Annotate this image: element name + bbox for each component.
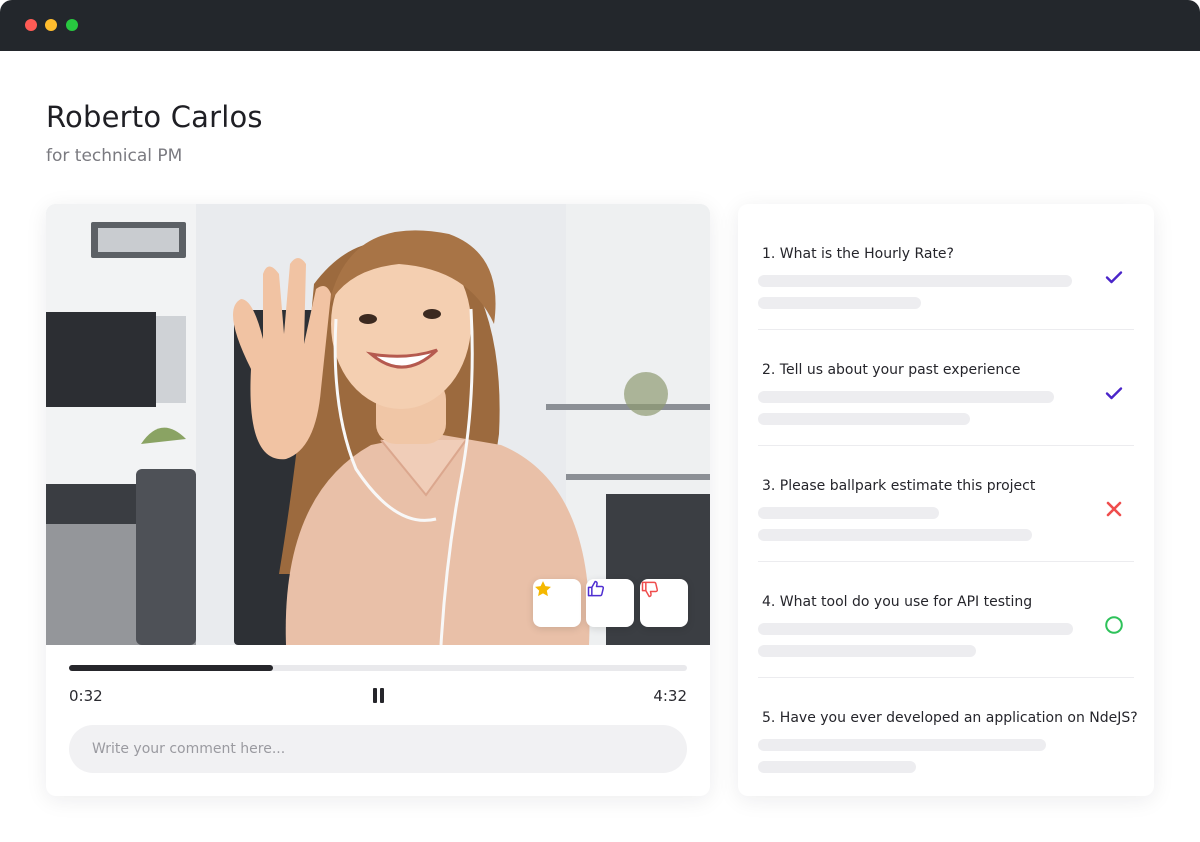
candidate-name: Roberto Carlos — [46, 100, 263, 134]
answer-placeholder-line — [758, 275, 1072, 287]
answer-placeholder-line — [758, 623, 1073, 635]
answer-placeholder-line — [758, 529, 1032, 541]
maximize-window-button[interactable] — [66, 19, 78, 31]
video-progress-fill — [69, 665, 273, 671]
minimize-window-button[interactable] — [45, 19, 57, 31]
answer-placeholder-line — [758, 739, 1046, 751]
question-item[interactable]: 2. Tell us about your past experience — [758, 330, 1134, 446]
window-titlebar — [0, 0, 1200, 51]
question-item[interactable]: 3. Please ballpark estimate this project — [758, 446, 1134, 562]
circle-icon — [1105, 616, 1123, 634]
questions-panel: 1. What is the Hourly Rate? 2. Tell us a… — [738, 204, 1154, 796]
x-icon — [1106, 501, 1122, 517]
answer-placeholder-line — [758, 413, 970, 425]
star-reaction-button[interactable] — [533, 579, 581, 627]
answer-placeholder-line — [758, 761, 916, 773]
close-window-button[interactable] — [25, 19, 37, 31]
question-text: 3. Please ballpark estimate this project — [762, 478, 1036, 494]
check-icon — [1105, 387, 1123, 400]
answer-placeholder-line — [758, 297, 921, 309]
comment-input[interactable] — [69, 725, 687, 773]
current-time: 0:32 — [69, 687, 103, 705]
answer-placeholder-line — [758, 507, 939, 519]
question-text: 5. Have you ever developed an applicatio… — [762, 710, 1138, 726]
check-icon — [1105, 271, 1123, 284]
question-text: 1. What is the Hourly Rate? — [762, 246, 954, 262]
question-text: 2. Tell us about your past experience — [762, 362, 1021, 378]
pause-button[interactable] — [370, 687, 386, 705]
video-player-card: 0:32 4:32 — [46, 204, 710, 796]
answer-placeholder-line — [758, 645, 976, 657]
pause-icon — [373, 688, 377, 703]
thumbs-down-button[interactable] — [640, 579, 688, 627]
question-item[interactable]: 1. What is the Hourly Rate? — [758, 214, 1134, 330]
video-frame[interactable] — [46, 204, 710, 645]
answer-placeholder-line — [758, 391, 1054, 403]
star-icon — [535, 581, 551, 597]
thumbs-up-icon — [587, 580, 605, 597]
candidate-role: for technical PM — [46, 146, 183, 166]
question-item[interactable]: 4. What tool do you use for API testing — [758, 562, 1134, 678]
video-progress-bar[interactable] — [69, 665, 687, 671]
total-duration: 4:32 — [653, 687, 687, 705]
question-text: 4. What tool do you use for API testing — [762, 594, 1033, 610]
thumbs-down-icon — [641, 581, 659, 598]
question-item[interactable]: 5. Have you ever developed an applicatio… — [758, 678, 1138, 794]
thumbs-up-button[interactable] — [586, 579, 634, 627]
